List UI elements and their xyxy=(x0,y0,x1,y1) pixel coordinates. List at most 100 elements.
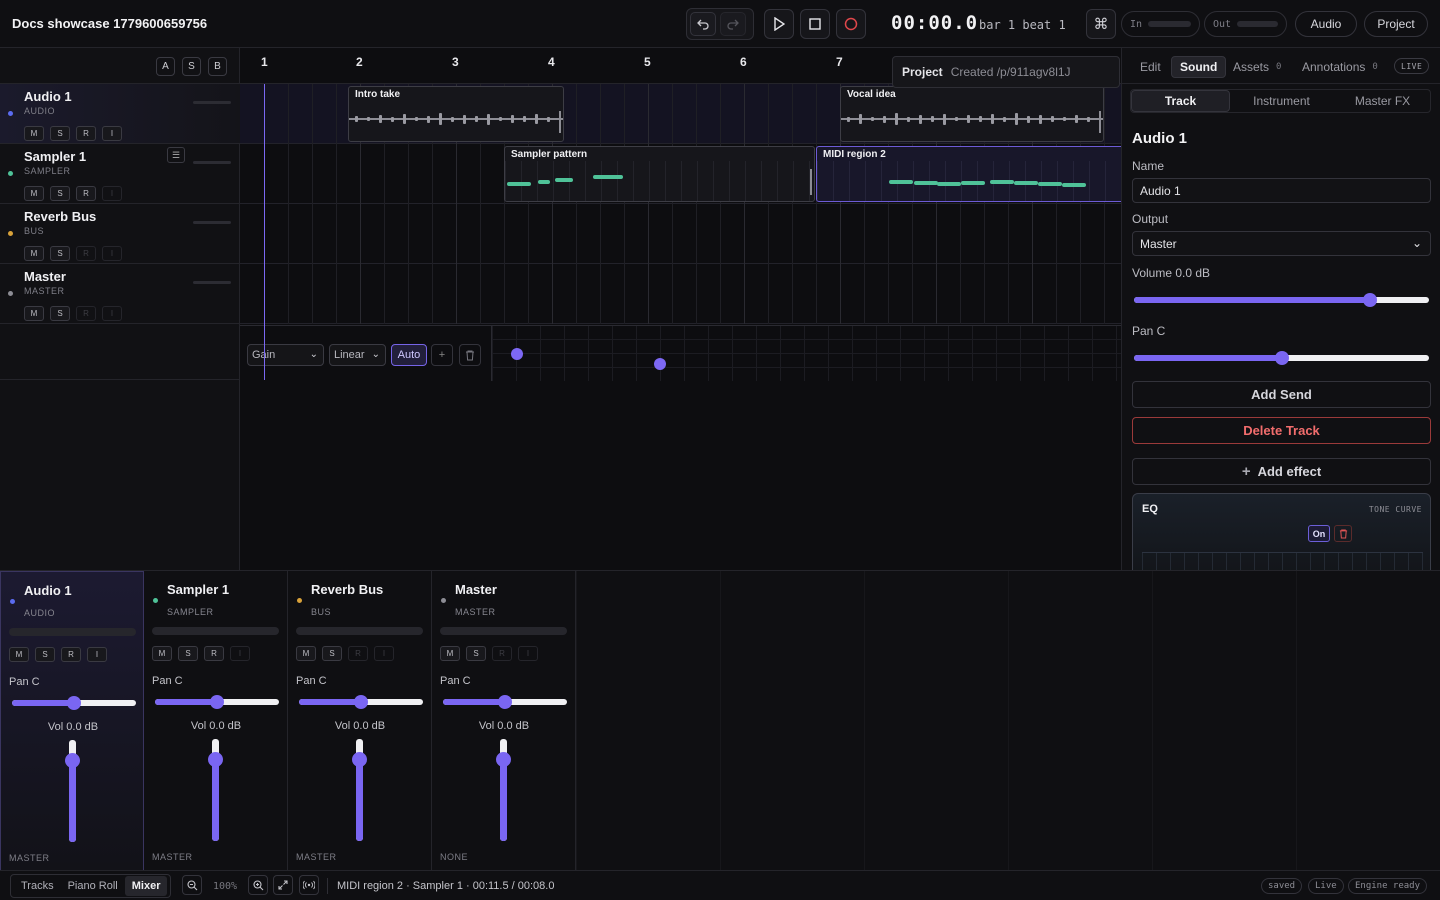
add-point-button[interactable]: + xyxy=(431,344,453,366)
record-arm-button[interactable]: R xyxy=(76,306,96,321)
region-handle[interactable] xyxy=(810,169,812,195)
input-monitor-button[interactable]: I xyxy=(518,646,538,661)
mixer-strip[interactable]: Audio 1 AUDIO M S R I Pan C Vol 0.0 dB MASTER xyxy=(0,571,144,871)
b-button[interactable]: B xyxy=(208,57,227,76)
solo-button[interactable]: S xyxy=(35,647,55,662)
playhead[interactable] xyxy=(264,84,265,380)
pan-knob[interactable] xyxy=(1274,351,1289,365)
solo-button[interactable]: S xyxy=(178,646,198,661)
view-mixer[interactable]: Mixer xyxy=(124,876,168,896)
volume-knob[interactable] xyxy=(496,752,511,768)
eq-curve-display[interactable] xyxy=(1142,552,1423,570)
region-handle[interactable] xyxy=(1099,111,1101,133)
mute-button[interactable]: M xyxy=(24,126,44,141)
strip-volume-fader[interactable] xyxy=(496,739,511,841)
midi-note[interactable] xyxy=(1014,181,1038,185)
strip-pan-slider[interactable] xyxy=(155,695,279,709)
mute-button[interactable]: M xyxy=(152,646,172,661)
record-arm-button[interactable]: R xyxy=(492,646,512,661)
track-volume-fader[interactable] xyxy=(193,101,231,104)
add-send-button[interactable]: Add Send xyxy=(1132,381,1431,408)
strip-pan-slider[interactable] xyxy=(443,695,567,709)
mixer-strip[interactable]: Master MASTER M S R I Pan C Vol 0.0 dB NONE xyxy=(432,571,576,871)
pan-slider[interactable] xyxy=(1134,351,1429,365)
track-header-sampler-1[interactable]: Sampler 1 SAMPLER ☰ M S R I xyxy=(0,144,240,204)
midi-note[interactable] xyxy=(507,182,531,186)
trash-icon[interactable] xyxy=(1334,525,1352,542)
midi-note[interactable] xyxy=(555,178,573,182)
subtab-master-fx[interactable]: Master FX xyxy=(1333,90,1432,112)
subtab-instrument[interactable]: Instrument xyxy=(1232,90,1331,112)
midi-note[interactable] xyxy=(889,180,913,184)
solo-button[interactable]: S xyxy=(50,246,70,261)
arrange-view[interactable]: 1 2 3 4 5 6 7 Intro take Vocal idea Samp… xyxy=(240,48,1121,570)
volume-knob[interactable] xyxy=(352,752,367,768)
play-button[interactable] xyxy=(764,9,794,39)
auto-toggle-button[interactable]: Auto xyxy=(391,344,427,366)
record-arm-button[interactable]: R xyxy=(348,646,368,661)
input-monitor-button[interactable]: I xyxy=(374,646,394,661)
mute-button[interactable]: M xyxy=(296,646,316,661)
tab-annotations[interactable]: Annotations 0 xyxy=(1294,56,1386,78)
eq-on-toggle[interactable]: On xyxy=(1308,525,1330,542)
pan-knob[interactable] xyxy=(67,696,81,710)
track-name-input[interactable]: Audio 1 xyxy=(1132,178,1431,203)
audio-button[interactable]: Audio xyxy=(1295,11,1357,37)
strip-pan-slider[interactable] xyxy=(12,696,136,710)
solo-button[interactable]: S xyxy=(50,306,70,321)
input-monitor-button[interactable]: I xyxy=(102,186,122,201)
track-volume-fader[interactable] xyxy=(193,281,231,284)
pan-knob[interactable] xyxy=(210,695,224,709)
record-arm-button[interactable]: R xyxy=(76,186,96,201)
redo-icon[interactable] xyxy=(720,12,746,36)
track-volume-fader[interactable] xyxy=(193,161,231,164)
sliders-icon[interactable]: ☰ xyxy=(167,147,185,163)
region-intro-take[interactable]: Intro take xyxy=(348,86,564,142)
automation-point[interactable] xyxy=(654,358,666,370)
mute-button[interactable]: M xyxy=(24,246,44,261)
record-button[interactable] xyxy=(836,9,866,39)
lane-reverb-bus[interactable] xyxy=(240,204,1121,264)
zoom-out-icon[interactable] xyxy=(182,875,202,895)
solo-button[interactable]: S xyxy=(322,646,342,661)
record-arm-button[interactable]: R xyxy=(76,246,96,261)
automation-grid[interactable] xyxy=(491,326,1121,381)
solo-button[interactable]: S xyxy=(50,186,70,201)
track-header-audio-1[interactable]: Audio 1 AUDIO M S R I xyxy=(0,84,240,144)
volume-knob[interactable] xyxy=(208,752,223,768)
record-arm-button[interactable]: R xyxy=(61,647,81,662)
midi-note[interactable] xyxy=(538,180,550,184)
automation-curve-select[interactable]: Linear ⌄ xyxy=(329,344,386,366)
pan-knob[interactable] xyxy=(498,695,512,709)
strip-volume-fader[interactable] xyxy=(352,739,367,841)
mute-button[interactable]: M xyxy=(24,306,44,321)
view-tracks[interactable]: Tracks xyxy=(14,876,61,896)
solo-button[interactable]: S xyxy=(50,126,70,141)
region-sampler-pattern[interactable]: Sampler pattern xyxy=(504,146,815,202)
track-header-reverb-bus[interactable]: Reverb Bus BUS M S R I xyxy=(0,204,240,264)
input-monitor-button[interactable]: I xyxy=(102,306,122,321)
mixer-strip[interactable]: Sampler 1 SAMPLER M S R I Pan C Vol 0.0 dB MASTE… xyxy=(144,571,288,871)
expand-icon[interactable] xyxy=(273,875,293,895)
broadcast-icon[interactable] xyxy=(299,875,319,895)
lane-master[interactable] xyxy=(240,264,1121,324)
tab-edit[interactable]: Edit xyxy=(1132,56,1169,78)
mute-button[interactable]: M xyxy=(440,646,460,661)
mixer-strip[interactable]: Reverb Bus BUS M S R I Pan C Vol 0.0 dB MASTER xyxy=(288,571,432,871)
command-icon[interactable]: ⌘ xyxy=(1086,9,1116,39)
stop-button[interactable] xyxy=(800,9,830,39)
midi-note[interactable] xyxy=(961,181,985,185)
track-header-master[interactable]: Master MASTER M S R I xyxy=(0,264,240,324)
solo-button[interactable]: S xyxy=(466,646,486,661)
mute-button[interactable]: M xyxy=(9,647,29,662)
region-midi-region-2[interactable]: MIDI region 2 xyxy=(816,146,1121,202)
volume-slider[interactable] xyxy=(1134,293,1429,307)
track-volume-fader[interactable] xyxy=(193,221,231,224)
region-vocal-idea[interactable]: Vocal idea xyxy=(840,86,1104,142)
trash-icon[interactable] xyxy=(459,344,481,366)
s-button[interactable]: S xyxy=(182,57,201,76)
tab-assets[interactable]: Assets 0 xyxy=(1225,56,1289,78)
midi-note[interactable] xyxy=(990,180,1014,184)
midi-note[interactable] xyxy=(1038,182,1062,186)
add-effect-button[interactable]: + Add effect xyxy=(1132,458,1431,485)
